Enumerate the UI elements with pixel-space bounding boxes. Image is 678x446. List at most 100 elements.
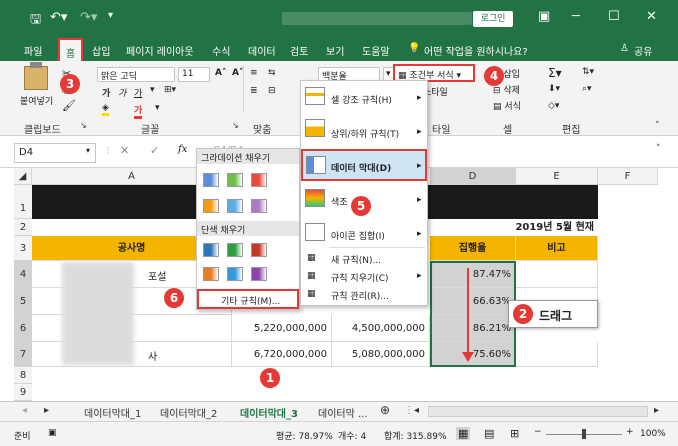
gradient-light-blue-bar-icon[interactable] [227,199,243,213]
row-header-3[interactable]: 3 [14,236,32,261]
font-color-dropdown-icon[interactable]: ▾ [155,103,160,113]
undo-icon[interactable]: ↶▾ [50,10,67,25]
solid-green-bar-icon[interactable] [227,243,243,257]
sheet-tab[interactable]: 데이터막대_1 [84,405,141,420]
normal-view-icon[interactable]: ▦ [456,427,471,440]
underline-dropdown-icon[interactable]: ▾ [150,85,155,95]
tab-review[interactable]: 검토 [290,43,308,58]
solid-purple-bar-icon[interactable] [251,267,267,281]
budget-cell[interactable]: 5,220,000,000 [232,315,332,342]
new-rule-item[interactable]: 새 규칙(N)... [331,253,381,266]
tab-help[interactable]: 도움말 [362,43,390,58]
page-break-view-icon[interactable]: ⊞ [510,427,519,440]
underline-button[interactable]: 가 [134,86,142,99]
sheet-tab[interactable]: 데이터막 ... [318,405,368,420]
data-bars-item[interactable]: 데이터 막대(D) ▸ [301,149,427,181]
shrink-font-icon[interactable]: A˅ [232,68,243,78]
solid-red-bar-icon[interactable] [251,243,267,257]
sheet-tab[interactable]: 데이터막대_2 [160,405,217,420]
budget-cell[interactable]: 6,720,000,000 [232,342,332,367]
autosum-icon[interactable]: Σ▾ [548,66,562,80]
tab-insert[interactable]: 삽입 [92,43,110,58]
tell-me-input[interactable]: 어떤 작업을 원하시나요? [424,43,528,58]
row-header-4[interactable]: 4 [14,261,32,288]
name-box[interactable]: D4 [14,143,96,163]
expand-formula-icon[interactable]: ˅ [656,144,661,154]
gradient-purple-bar-icon[interactable] [251,199,267,213]
solid-blue-bar-icon[interactable] [203,243,219,257]
font-name-select[interactable]: 맑은 고딕 [97,67,175,82]
sheet-tab-active[interactable]: 데이터막대_3 [240,405,298,420]
clipboard-icon[interactable] [24,62,48,90]
scroll-right-icon[interactable]: ▸ [654,405,659,416]
add-sheet-icon[interactable]: ⊕ [380,403,390,417]
font-launcher-icon[interactable]: ↘ [232,121,239,130]
row-header-5[interactable]: 5 [14,288,32,315]
align-top-icon[interactable]: ≡ [250,68,258,78]
clipboard-launcher-icon[interactable]: ↘ [80,121,87,130]
minimize-icon[interactable]: ─ [572,9,580,24]
row-header-9[interactable]: 9 [14,384,32,401]
highlight-cells-rules-item[interactable]: 셀 강조 규칙(H) [331,93,392,106]
redo-icon[interactable]: ↷▾ [80,10,97,25]
spent-cell[interactable]: 4,500,000,000 [332,315,430,342]
collapse-ribbon-icon[interactable]: ˄ [655,121,660,131]
tab-page-layout[interactable]: 페이지 레이아웃 [126,43,194,58]
font-color-icon[interactable]: 가 [134,103,143,119]
close-icon[interactable]: ✕ [646,9,657,24]
name-box-dropdown-icon[interactable]: ▾ [86,146,90,155]
wrap-text-icon[interactable]: ⇆ [268,68,276,78]
borders-icon[interactable]: ⊞▾ [164,85,176,95]
font-size-select[interactable]: 11 [178,67,210,82]
solid-orange-bar-icon[interactable] [203,267,219,281]
customize-qat-icon[interactable]: ▾ [108,10,113,21]
horizontal-scrollbar[interactable] [428,406,648,417]
row-header-8[interactable]: 8 [14,367,32,384]
format-cells-button[interactable]: ▤ 서식 [493,99,521,112]
solid-light-blue-bar-icon[interactable] [227,267,243,281]
row-header-7[interactable]: 7 [14,342,32,367]
color-scales-item[interactable]: 색조 [331,195,348,208]
manage-rules-item[interactable]: 규칙 관리(R)... [331,289,389,302]
tab-home[interactable]: 홈 [58,38,84,61]
zoom-out-icon[interactable]: − [534,427,542,437]
paste-button[interactable]: 붙여넣기 [20,94,53,107]
fx-icon[interactable]: fx [178,144,187,155]
merge-icon[interactable]: ⊟ [268,86,276,96]
scroll-left-icon[interactable]: ◂ [414,405,419,416]
share-button[interactable]: 공유 [634,43,652,58]
next-sheet-icon[interactable]: ▸ [44,405,49,416]
page-layout-view-icon[interactable]: ▤ [484,427,494,440]
zoom-slider-thumb[interactable] [582,429,586,439]
notes-cell[interactable] [516,342,598,367]
ribbon-display-icon[interactable]: ▣ [538,9,550,24]
tab-file[interactable]: 파일 [24,43,42,58]
enter-icon[interactable]: ✓ [150,144,159,157]
gradient-blue-bar-icon[interactable] [203,173,219,187]
column-header-f[interactable]: F [598,168,658,185]
column-header-d[interactable]: D [430,168,516,185]
bold-button[interactable]: 가 [102,86,110,99]
grow-font-icon[interactable]: A˄ [215,68,226,78]
tab-data[interactable]: 데이터 [248,43,276,58]
fill-color-icon[interactable]: ◈ [102,103,109,116]
select-all-corner[interactable]: ◢ [14,168,32,185]
format-painter-icon[interactable]: 🖌 [62,99,76,112]
more-rules-item[interactable]: 기타 규칙(M)... [197,289,299,309]
spent-cell[interactable]: 5,080,000,000 [332,342,430,367]
align-center-icon[interactable]: ≣ [250,86,258,96]
top-bottom-rules-item[interactable]: 상위/하위 규칙(T) [331,127,399,140]
icon-sets-item[interactable]: 아이콘 집합(I) [331,229,385,242]
find-icon[interactable]: ⌕▾ [582,84,592,94]
tab-view[interactable]: 보기 [326,43,344,58]
gradient-red-bar-icon[interactable] [251,173,267,187]
prev-sheet-icon[interactable]: ◂ [22,405,27,416]
maximize-icon[interactable]: ☐ [608,9,620,24]
gradient-orange-bar-icon[interactable] [203,199,219,213]
clear-rules-item[interactable]: 규칙 지우기(C) [331,271,389,284]
cancel-icon[interactable]: ✕ [120,144,129,157]
zoom-level[interactable]: 100% [640,429,666,439]
row-header-1[interactable]: 1 [14,185,32,219]
italic-button[interactable]: 가 [118,86,126,99]
tab-formulas[interactable]: 수식 [212,43,230,58]
